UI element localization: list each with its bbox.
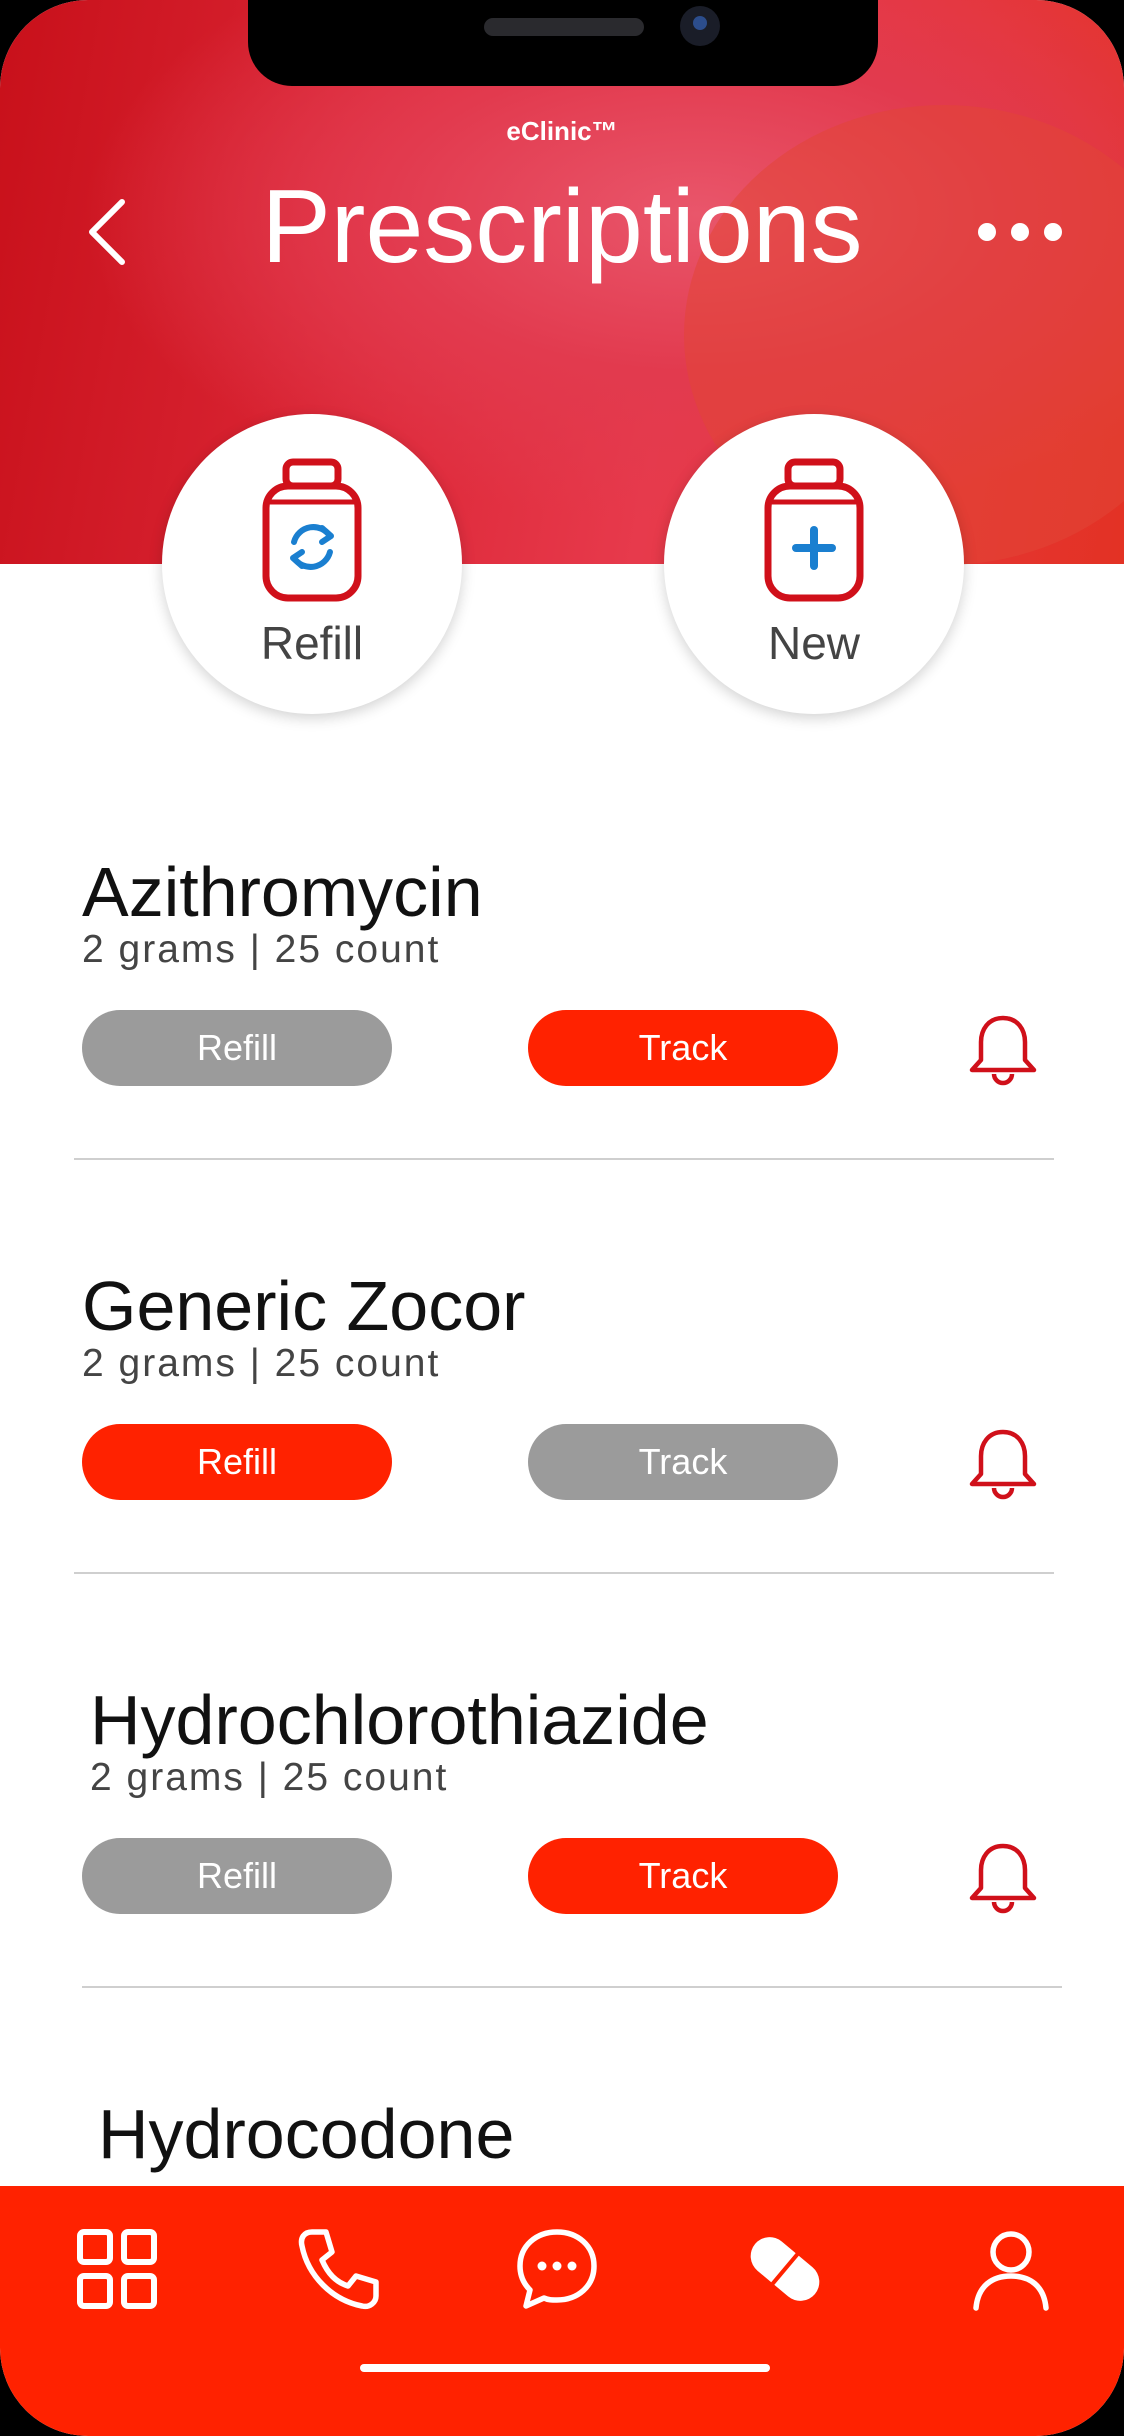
new-prescription-action-button[interactable]: New (664, 414, 964, 714)
bell-icon[interactable] (966, 1012, 1040, 1088)
prescription-name: Generic Zocor (82, 1267, 526, 1345)
new-action-label: New (767, 617, 861, 669)
prescription-name: Azithromycin (82, 853, 483, 931)
front-camera (680, 6, 720, 46)
refill-button[interactable]: Refill (82, 1010, 392, 1086)
app-brand: eClinic™ (506, 116, 618, 146)
prescription-detail: 2 grams | 25 count (90, 1756, 449, 1799)
prescription-name: Hydrocodone (98, 2095, 515, 2173)
phone-icon[interactable] (292, 2224, 382, 2314)
divider (74, 1572, 1054, 1574)
user-icon[interactable] (966, 2224, 1056, 2314)
more-horizontal-icon[interactable] (972, 214, 1068, 250)
refill-button[interactable]: Refill (82, 1838, 392, 1914)
prescription-detail: 2 grams | 25 count (82, 928, 441, 971)
bell-icon[interactable] (966, 1840, 1040, 1916)
refill-action-label: Refill (260, 617, 364, 669)
refill-bottle-icon (258, 456, 366, 604)
bell-icon[interactable] (966, 1426, 1040, 1502)
prescription-detail: 2 grams | 25 count (82, 1342, 441, 1385)
grid-icon[interactable] (72, 2224, 162, 2314)
track-button[interactable]: Track (528, 1010, 838, 1086)
new-bottle-icon (760, 456, 868, 604)
pill-icon[interactable] (740, 2224, 830, 2314)
chat-icon[interactable] (512, 2224, 602, 2314)
divider (82, 1986, 1062, 1988)
speaker-grille (484, 18, 644, 36)
refill-button[interactable]: Refill (82, 1424, 392, 1500)
prescription-name: Hydrochlorothiazide (90, 1681, 709, 1759)
page-title: Prescriptions (261, 169, 863, 285)
track-button[interactable]: Track (528, 1838, 838, 1914)
home-indicator[interactable] (360, 2364, 770, 2372)
refill-action-button[interactable]: Refill (162, 414, 462, 714)
bottom-nav (0, 2186, 1124, 2436)
track-button[interactable]: Track (528, 1424, 838, 1500)
device-notch (248, 0, 878, 86)
divider (74, 1158, 1054, 1160)
app-screen: eClinic™ Prescriptions Refill New Azithr… (0, 0, 1124, 2436)
